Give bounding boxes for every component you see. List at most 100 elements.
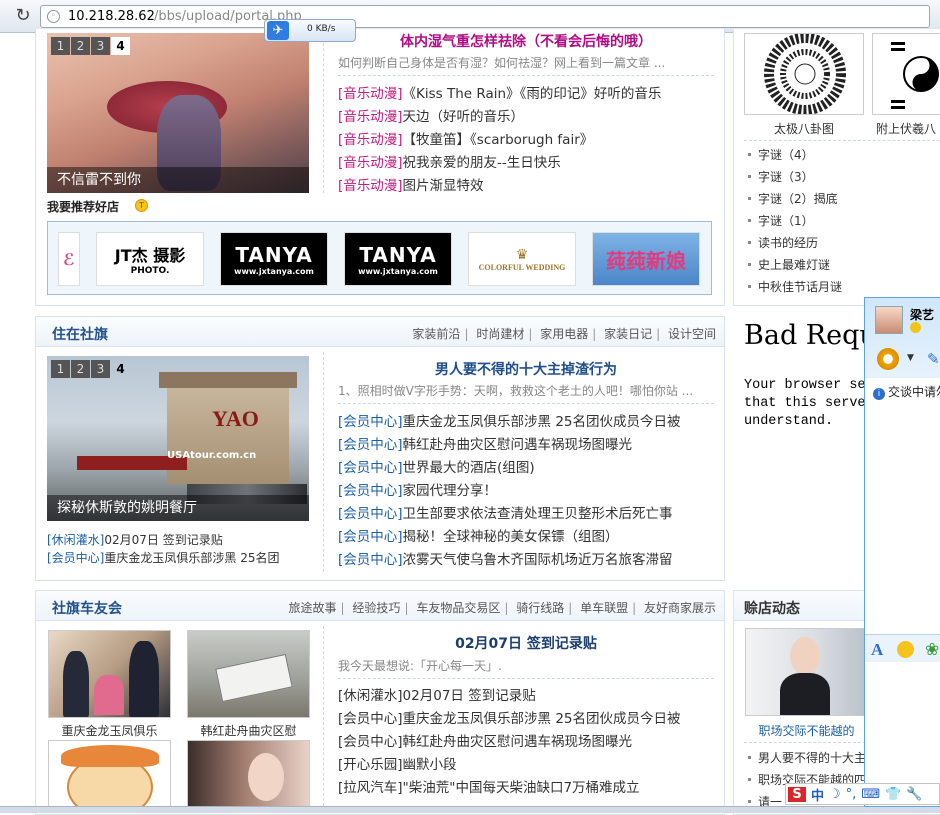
- shop-logo-tanya-2[interactable]: TANYA www.jxtanya.com: [344, 232, 452, 286]
- section-link[interactable]: 车友物品交易区: [416, 601, 500, 615]
- skin-icon[interactable]: 👕: [885, 787, 901, 802]
- list-item[interactable]: [音乐动漫]祝我亲爱的朋友--生日快乐: [338, 152, 714, 175]
- list-item[interactable]: [休闲灌水]02月07日 签到记录贴: [338, 685, 714, 708]
- category-label[interactable]: [音乐动漫]: [338, 132, 403, 148]
- top-slideshow[interactable]: 1 2 3 4 不信雷不到你: [47, 33, 309, 193]
- category-label[interactable]: [音乐动漫]: [338, 155, 403, 171]
- chat-window[interactable]: 梁艺 ▼ ✎ i交谈中请勿 A ❀: [864, 297, 940, 807]
- chat-contact-name[interactable]: 梁艺: [910, 306, 934, 323]
- list-item[interactable]: 史上最难灯谜: [745, 254, 935, 276]
- list-item[interactable]: [会员中心]重庆金龙玉凤俱乐部涉黑 25名团伙成员今日被: [338, 708, 714, 731]
- section-link[interactable]: 友好商家展示: [644, 601, 716, 615]
- section-link[interactable]: 旅途故事: [289, 601, 337, 615]
- slide-number[interactable]: 3: [91, 37, 110, 55]
- news-title[interactable]: 天边（好听的音乐）: [403, 109, 525, 125]
- category-label[interactable]: [会员中心]: [338, 437, 403, 453]
- wrench-icon[interactable]: 🔧: [906, 787, 922, 802]
- list-item[interactable]: [音乐动漫]【牧童笛】《scarborugh fair》: [338, 129, 714, 152]
- news-title[interactable]: 韩红赴舟曲灾区慰问遇车祸现场图曝光: [403, 437, 633, 453]
- section-link[interactable]: 经验技巧: [352, 601, 400, 615]
- thumb-caption[interactable]: 重庆金龙玉凤俱乐: [48, 722, 171, 739]
- category-label[interactable]: [会员中心]: [338, 483, 403, 499]
- section-link[interactable]: 家装前沿: [412, 327, 460, 341]
- thumb-police-image[interactable]: [48, 630, 171, 718]
- emoji-icon[interactable]: [897, 641, 914, 658]
- shop-news-image[interactable]: [745, 628, 868, 716]
- list-item[interactable]: 读书的经历: [745, 232, 935, 254]
- list-item[interactable]: 字谜（1）: [745, 210, 935, 232]
- news-title[interactable]: 图片渐显特效: [403, 178, 484, 194]
- list-item[interactable]: [音乐动漫]天边（好听的音乐）: [338, 106, 714, 129]
- news-title[interactable]: 重庆金龙玉凤俱乐部涉黑 25名团伙成员今日被: [403, 414, 681, 430]
- slide-caption[interactable]: 探秘休斯敦的姚明餐厅: [47, 495, 309, 521]
- news-title[interactable]: 《Kiss The Rain》《雨的印记》好听的音乐: [403, 86, 662, 102]
- news-title[interactable]: 【牧童笛】《scarborugh fair》: [403, 132, 594, 148]
- news-title[interactable]: 韩红赴舟曲灾区慰问遇车祸现场图曝光: [403, 734, 633, 750]
- category-label[interactable]: [会员中心]: [338, 529, 403, 545]
- font-icon[interactable]: A: [871, 640, 883, 660]
- category-label[interactable]: [会员中心]: [338, 734, 403, 750]
- slide-number-active[interactable]: 4: [111, 360, 130, 378]
- list-item[interactable]: [会员中心]韩红赴舟曲灾区慰问遇车祸现场图曝光: [338, 731, 714, 754]
- list-item[interactable]: [音乐动漫]图片渐显特效: [338, 175, 714, 198]
- thumb-caption[interactable]: 韩红赴舟曲灾区慰: [187, 722, 310, 739]
- address-bar[interactable]: ◦ 10.218.28.62 /bbs/upload/portal.php: [40, 5, 930, 28]
- news-title[interactable]: 02月07日 签到记录贴: [403, 688, 536, 704]
- section-title[interactable]: 住在社旗: [52, 324, 108, 344]
- news-title[interactable]: 揭秘！全球神秘的美女保镖（组图）: [403, 529, 619, 545]
- list-item[interactable]: [会员中心]重庆金龙玉凤俱乐部涉黑 25名团: [47, 549, 317, 567]
- list-item[interactable]: [拉风汽车]"柴油荒"中国每天柴油缺口7万桶难成立: [338, 777, 714, 800]
- category-label[interactable]: [拉风汽车]: [338, 780, 403, 796]
- shop-logo-jt[interactable]: JT杰 摄影 PHOTO.: [96, 232, 204, 286]
- category-label[interactable]: [会员中心]: [338, 552, 403, 568]
- list-item[interactable]: [开心乐园]幽默小段: [338, 754, 714, 777]
- slide-number[interactable]: 3: [91, 360, 110, 378]
- category-label[interactable]: [音乐动漫]: [338, 109, 403, 125]
- living-slideshow[interactable]: YAO USAtour.com.cn 1 2 3 4 探秘休斯敦的姚明餐厅: [47, 356, 309, 521]
- news-title[interactable]: 世界最大的酒店(组图): [403, 460, 535, 476]
- ime-toolbar[interactable]: S 中 ☽ °, ⌨ 👕 🔧: [785, 783, 940, 805]
- partial-logo[interactable]: ℰ: [58, 232, 80, 286]
- category-label[interactable]: [会员中心]: [338, 506, 403, 522]
- section-link[interactable]: 家装日记: [604, 327, 652, 341]
- section-link[interactable]: 单车联盟: [580, 601, 628, 615]
- slide-number[interactable]: 1: [51, 360, 70, 378]
- slide-caption[interactable]: 不信雷不到你: [47, 167, 309, 193]
- category-label[interactable]: [休闲灌水]: [338, 688, 403, 704]
- chinese-mode-icon[interactable]: 中: [811, 785, 824, 804]
- category-label[interactable]: [会员中心]: [338, 460, 403, 476]
- list-item[interactable]: 字谜（3）: [745, 166, 935, 188]
- category-label[interactable]: [会员中心]: [338, 414, 403, 430]
- slide-number[interactable]: 1: [51, 37, 70, 55]
- news-title[interactable]: 幽默小段: [403, 757, 457, 773]
- keyboard-icon[interactable]: ⌨: [861, 787, 880, 802]
- moon-icon[interactable]: ☽: [829, 787, 841, 802]
- category-label[interactable]: [音乐动漫]: [338, 86, 403, 102]
- slide-number-active[interactable]: 4: [111, 37, 130, 55]
- slide-number[interactable]: 2: [71, 360, 90, 378]
- shop-logo-bride[interactable]: 莼莼新娘: [592, 232, 700, 286]
- section-link[interactable]: 时尚建材: [476, 327, 524, 341]
- video-call-icon[interactable]: [877, 348, 899, 370]
- section-title[interactable]: 社旗车友会: [52, 598, 122, 618]
- section-link[interactable]: 设计空间: [668, 327, 716, 341]
- list-item[interactable]: [会员中心]韩红赴舟曲灾区慰问遇车祸现场图曝光: [338, 434, 714, 457]
- news-title[interactable]: 重庆金龙玉凤俱乐部涉黑 25名团: [104, 551, 279, 565]
- news-title[interactable]: 卫生部要求依法查清处理王贝整形术后死亡事: [403, 506, 673, 522]
- sogou-icon[interactable]: S: [788, 786, 806, 802]
- category-label[interactable]: [开心乐园]: [338, 757, 403, 773]
- avatar[interactable]: [875, 306, 903, 334]
- wrench-icon[interactable]: ✎: [927, 350, 940, 368]
- category-label[interactable]: [会员中心]: [47, 551, 104, 565]
- list-item[interactable]: 字谜（2）揭底: [745, 188, 935, 210]
- news-title[interactable]: 02月07日 签到记录贴: [104, 533, 222, 547]
- bikes-headline[interactable]: 02月07日 签到记录贴: [338, 633, 714, 653]
- section-title[interactable]: 赊店动态: [744, 598, 800, 618]
- category-label[interactable]: [音乐动漫]: [338, 178, 403, 194]
- thumb-car-accident-image[interactable]: [187, 630, 310, 718]
- reload-icon[interactable]: ↻: [12, 6, 34, 28]
- punctuation-icon[interactable]: °,: [846, 787, 857, 802]
- list-item[interactable]: 男人要不得的十大主: [745, 747, 866, 769]
- list-item[interactable]: [会员中心]浓雾天气使乌鲁木齐国际机场近万名旅客滞留: [338, 549, 714, 572]
- image-caption[interactable]: 太极八卦图: [744, 120, 864, 137]
